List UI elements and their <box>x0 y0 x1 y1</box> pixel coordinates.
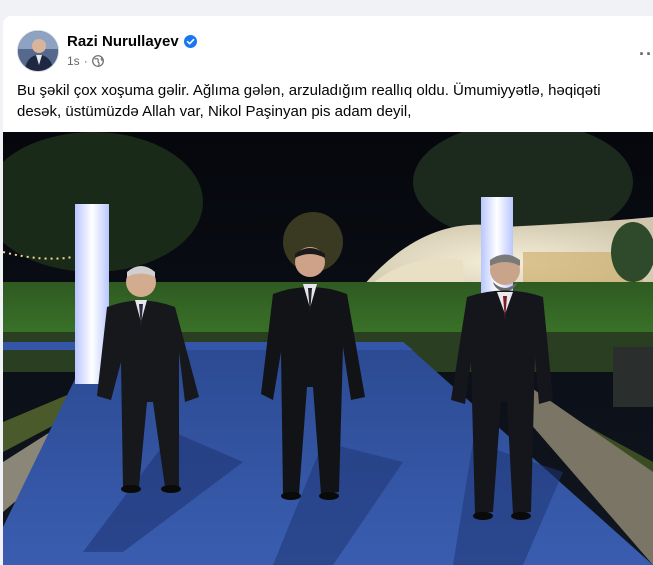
post-text: Bu şəkil çox xoşuma gəlir. Ağlıma gələn,… <box>17 82 601 120</box>
post-photo-image <box>3 132 653 565</box>
globe-icon[interactable] <box>91 55 104 67</box>
author-avatar[interactable] <box>17 30 59 72</box>
more-options-icon[interactable]: ··· <box>639 44 653 65</box>
author-name[interactable]: Razi Nurullayev <box>67 33 197 50</box>
avatar-image <box>18 31 58 71</box>
post-timestamp[interactable]: 1s <box>67 54 80 68</box>
post-card: Razi Nurullayev 1s · ··· Bu şəkil çox xo… <box>3 16 653 565</box>
verified-badge-icon <box>183 35 197 48</box>
top-bar <box>0 0 653 6</box>
author-name-text[interactable]: Razi Nurullayev <box>67 33 179 50</box>
post-photo[interactable] <box>3 132 653 565</box>
post-meta: 1s · <box>67 54 104 68</box>
post-header: Razi Nurullayev 1s · ··· <box>3 16 653 76</box>
